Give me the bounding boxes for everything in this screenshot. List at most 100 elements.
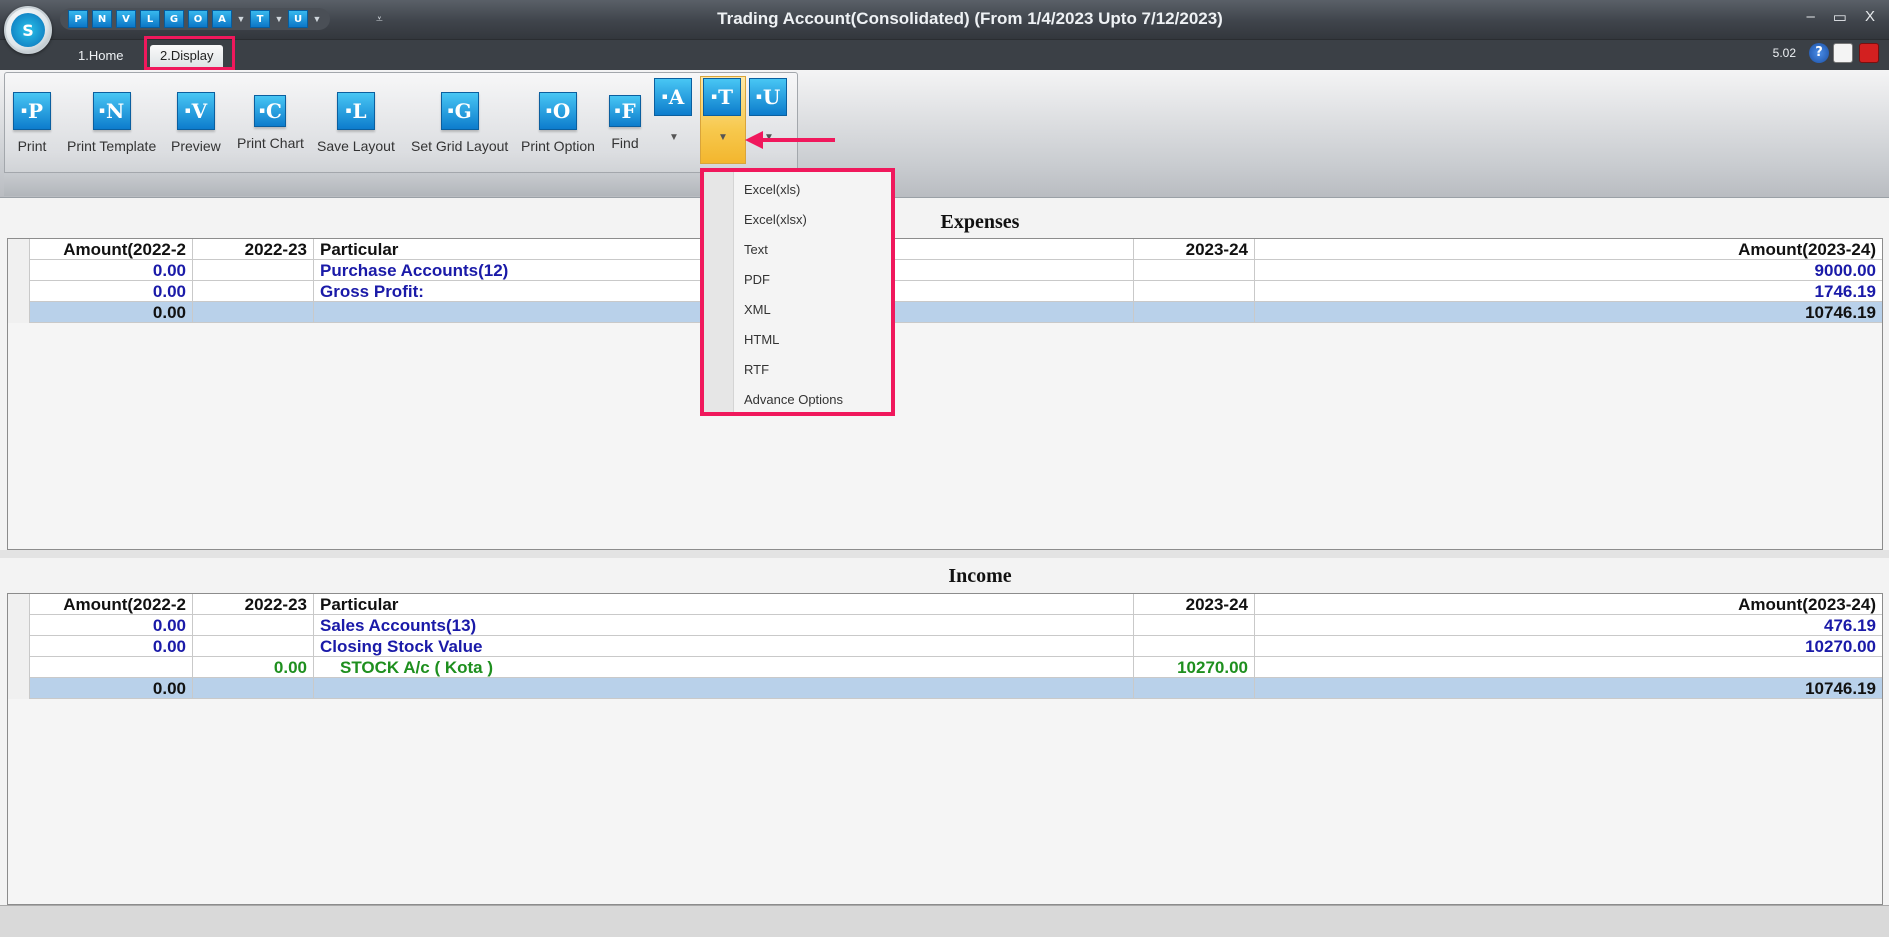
cell-particular: Closing Stock Value bbox=[314, 636, 1134, 657]
menu-item-pdf[interactable]: PDF bbox=[744, 272, 770, 287]
cell-amount-prev: 0.00 bbox=[30, 260, 193, 281]
print-chart-icon: ▪ C bbox=[254, 95, 287, 127]
cell-amount-prev: 0.00 bbox=[30, 281, 193, 302]
ribbon-tab-bar: 1.Home 2.Display bbox=[0, 40, 1889, 70]
tab-home[interactable]: 1.Home bbox=[68, 45, 134, 67]
logo-icon: S bbox=[11, 13, 45, 47]
cell-total-curr: 10746.19 bbox=[1805, 679, 1876, 698]
cell-total-prev: 0.00 bbox=[30, 678, 193, 699]
table-row[interactable]: 0.00 Sales Accounts(13) 476.19 bbox=[8, 615, 1882, 636]
ribbon-group-footer bbox=[4, 172, 798, 196]
cell-total-curr: 10746.19 bbox=[1805, 303, 1876, 322]
title-bar: P N V L G O A ▼ T ▼ U ▼ ⩡ Trading Accoun… bbox=[0, 0, 1889, 40]
export-dropdown-menu: Excel(xls) Excel(xlsx) Text PDF XML HTML… bbox=[700, 168, 895, 416]
row-selector[interactable] bbox=[8, 615, 30, 636]
column-header[interactable]: Amount(2022-2 bbox=[30, 239, 193, 260]
row-selector bbox=[8, 594, 30, 615]
close-button[interactable]: X bbox=[1865, 8, 1875, 26]
status-bar bbox=[0, 905, 1889, 937]
expenses-title: Expenses bbox=[940, 211, 1020, 233]
set-grid-layout-button[interactable]: ▪ G Set Grid Layout bbox=[411, 92, 508, 154]
print-icon: ▪ P bbox=[13, 92, 51, 130]
column-header[interactable]: Amount(2023-24) bbox=[1255, 594, 1882, 615]
expenses-grid: Amount(2022-2 2022-23 Particular 2023-24… bbox=[7, 238, 1883, 550]
column-header[interactable]: Particular bbox=[314, 594, 1134, 615]
menu-item-html[interactable]: HTML bbox=[744, 332, 779, 347]
row-selector[interactable] bbox=[8, 657, 30, 678]
column-header[interactable]: 2023-24 bbox=[1134, 594, 1255, 615]
print-option-button[interactable]: ▪ O Print Option bbox=[521, 92, 595, 154]
row-selector[interactable] bbox=[8, 678, 30, 699]
version-label: 5.02 bbox=[1772, 46, 1796, 60]
cell-curr bbox=[1134, 615, 1255, 636]
cell-prev bbox=[193, 636, 314, 657]
print-button[interactable]: ▪ P Print bbox=[13, 92, 51, 154]
cell-particular: STOCK A/c ( Kota ) bbox=[314, 657, 1134, 678]
u-split-button[interactable]: ▪ U ▼ bbox=[749, 78, 789, 143]
total-row[interactable]: 0.00 10746.19 bbox=[8, 302, 1882, 323]
print-template-button[interactable]: ▪ N Print Template bbox=[67, 92, 156, 154]
table-row[interactable]: 0.00 Purchase Accounts(12) 9000.00 bbox=[8, 260, 1882, 281]
find-icon: ▪ F bbox=[609, 95, 641, 127]
window-controls: – ▭ X bbox=[1806, 8, 1875, 26]
print-chart-button[interactable]: ▪ C Print Chart bbox=[237, 92, 304, 151]
row-selector[interactable] bbox=[8, 260, 30, 281]
column-header[interactable]: Amount(2023-24) bbox=[1255, 239, 1882, 260]
cell-curr: 10270.00 bbox=[1134, 657, 1255, 678]
menu-item-xml[interactable]: XML bbox=[744, 302, 771, 317]
income-title: Income bbox=[948, 565, 1012, 587]
row-selector[interactable] bbox=[8, 302, 30, 323]
cell-amount-curr: 9000.00 bbox=[1814, 261, 1876, 280]
cell-prev bbox=[193, 260, 314, 281]
menu-item-excel-xlsx[interactable]: Excel(xlsx) bbox=[744, 212, 807, 227]
cell-prev: 0.00 bbox=[193, 657, 314, 678]
income-grid: Amount(2022-2 2022-23 Particular 2023-24… bbox=[7, 593, 1883, 905]
chevron-down-icon[interactable]: ▼ bbox=[703, 122, 743, 162]
print-template-icon: ▪ N bbox=[92, 92, 131, 130]
print-option-icon: ▪ O bbox=[538, 92, 577, 130]
document-icon[interactable] bbox=[1833, 43, 1853, 63]
menu-item-excel-xls[interactable]: Excel(xls) bbox=[744, 182, 800, 197]
table-row[interactable]: 0.00 STOCK A/c ( Kota ) 10270.00 bbox=[8, 657, 1882, 678]
cell-amount-prev: 0.00 bbox=[30, 615, 193, 636]
table-row[interactable]: 0.00 Gross Profit: 1746.19 bbox=[8, 281, 1882, 302]
cell-curr bbox=[1134, 260, 1255, 281]
column-header[interactable]: 2023-24 bbox=[1134, 239, 1255, 260]
cell-amount-curr: 10270.00 bbox=[1805, 637, 1876, 656]
chevron-down-icon[interactable]: ▼ bbox=[654, 122, 694, 162]
column-header[interactable]: Amount(2022-2 bbox=[30, 594, 193, 615]
menu-item-advance-options[interactable]: Advance Options bbox=[744, 392, 843, 407]
cell-curr bbox=[1134, 636, 1255, 657]
column-header[interactable]: 2022-23 bbox=[193, 594, 314, 615]
cell-amount-curr bbox=[1255, 657, 1882, 678]
table-row[interactable]: 0.00 Closing Stock Value 10270.00 bbox=[8, 636, 1882, 657]
find-button[interactable]: ▪ F Find bbox=[609, 92, 641, 151]
export-split-button[interactable]: ▪ T ▼ bbox=[703, 78, 743, 143]
flag-icon[interactable] bbox=[1859, 43, 1879, 63]
panel-splitter[interactable] bbox=[0, 550, 1889, 558]
menu-item-rtf[interactable]: RTF bbox=[744, 362, 769, 377]
row-selector[interactable] bbox=[8, 636, 30, 657]
save-layout-button[interactable]: ▪ L Save Layout bbox=[317, 92, 395, 154]
help-icon[interactable]: ? bbox=[1809, 43, 1829, 63]
app-logo[interactable]: S bbox=[4, 6, 52, 54]
cell-amount-curr: 476.19 bbox=[1824, 616, 1876, 635]
export-icon: ▪ T bbox=[703, 78, 741, 116]
row-selector[interactable] bbox=[8, 281, 30, 302]
minimize-button[interactable]: – bbox=[1806, 8, 1814, 26]
u-icon: ▪ U bbox=[749, 78, 787, 116]
total-row[interactable]: 0.00 10746.19 bbox=[8, 678, 1882, 699]
menu-item-text[interactable]: Text bbox=[744, 242, 768, 257]
preview-button[interactable]: ▪ V Preview bbox=[171, 92, 221, 154]
cell-total-prev: 0.00 bbox=[30, 302, 193, 323]
preview-icon: ▪ V bbox=[176, 92, 215, 130]
column-header[interactable]: 2022-23 bbox=[193, 239, 314, 260]
cell-particular: Sales Accounts(13) bbox=[314, 615, 1134, 636]
maximize-button[interactable]: ▭ bbox=[1833, 8, 1847, 26]
table-header: Amount(2022-2 2022-23 Particular 2023-24… bbox=[8, 594, 1882, 615]
cell-amount-prev: 0.00 bbox=[30, 636, 193, 657]
cell-amount-prev bbox=[30, 657, 193, 678]
a-split-button[interactable]: ▪ A ▼ bbox=[654, 78, 694, 143]
window-title: Trading Account(Consolidated) (From 1/4/… bbox=[717, 9, 1223, 28]
cell-amount-curr: 1746.19 bbox=[1814, 282, 1876, 301]
